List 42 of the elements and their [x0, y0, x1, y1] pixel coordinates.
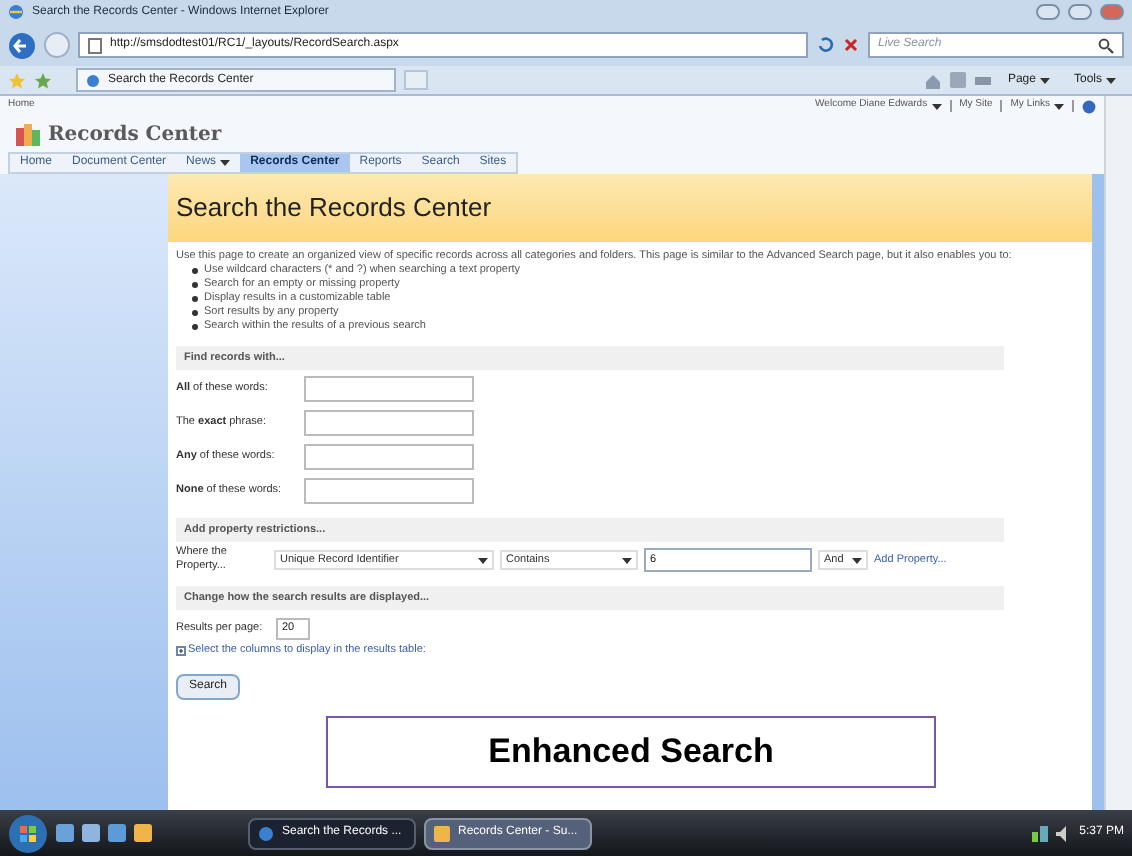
maximize-button[interactable]	[1068, 4, 1092, 20]
expand-icon[interactable]	[176, 646, 186, 656]
caret-icon[interactable]	[931, 103, 942, 109]
forward-icon[interactable]	[44, 32, 70, 58]
input-field[interactable]	[304, 375, 474, 401]
scrollbar[interactable]	[1104, 96, 1132, 810]
star-icon[interactable]	[8, 71, 26, 89]
search-icon[interactable]	[1098, 37, 1114, 53]
bullet-icon	[192, 282, 198, 288]
close-button[interactable]	[1100, 4, 1124, 20]
browser-icon	[86, 73, 100, 87]
site-logo-icon	[16, 123, 40, 145]
minimize-button[interactable]	[1036, 4, 1060, 20]
bullet-icon	[192, 324, 198, 330]
input-field[interactable]	[304, 409, 474, 435]
caret-icon[interactable]	[220, 160, 231, 166]
caret-icon[interactable]	[1054, 103, 1064, 109]
start-button-icon[interactable]	[8, 813, 48, 853]
home-icon[interactable]	[923, 71, 942, 89]
page-heading: Search the Records Center	[176, 190, 492, 227]
caret-icon[interactable]	[852, 557, 862, 563]
page-icon	[88, 37, 102, 53]
network-icon[interactable]	[1031, 825, 1048, 841]
add-favorite-icon[interactable]	[34, 71, 52, 89]
volume-icon[interactable]	[1055, 825, 1072, 841]
caret-icon[interactable]	[478, 557, 488, 563]
refresh-icon[interactable]	[816, 36, 834, 54]
bullet-icon	[192, 310, 198, 316]
caret-icon[interactable]	[1039, 77, 1050, 83]
caret-icon[interactable]	[1106, 77, 1116, 83]
new-tab-button[interactable]	[404, 70, 428, 90]
bullet-icon	[192, 268, 198, 274]
back-icon[interactable]	[8, 31, 36, 59]
site-title: Records Center	[48, 121, 222, 149]
bullet-icon	[192, 296, 198, 302]
browser-icon	[258, 825, 274, 841]
input-field[interactable]	[304, 443, 474, 469]
callout-text: Enhanced Search	[488, 730, 774, 775]
caret-icon[interactable]	[622, 557, 632, 563]
input-field[interactable]	[304, 477, 474, 503]
browser-icon	[8, 4, 24, 20]
stop-icon[interactable]	[842, 36, 860, 54]
